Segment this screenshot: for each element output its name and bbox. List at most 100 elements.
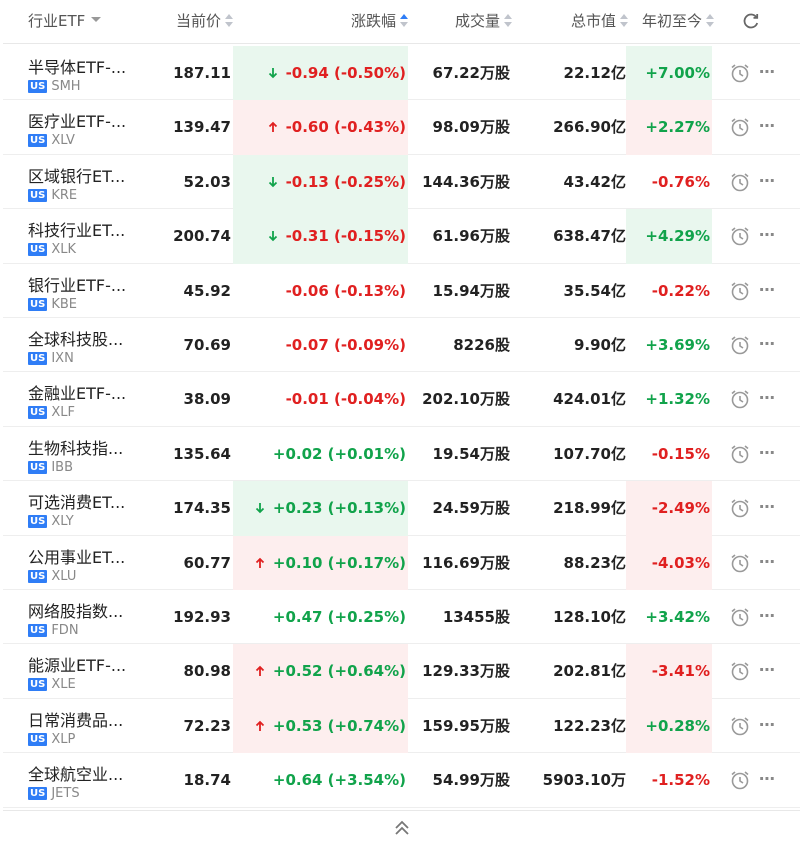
table-row[interactable]: 网络股指数... US FDN 192.93 +0.47 (+0.25%) 13455股 1… bbox=[3, 590, 800, 645]
table-row[interactable]: 金融业ETF-... US XLF 38.09 -0.01 (-0.04%) 202.10… bbox=[3, 372, 800, 427]
more-icon[interactable]: ⋯ bbox=[759, 118, 775, 134]
table-row[interactable]: 生物科技指... US IBB 135.64 +0.02 (+0.01%) 19.54万股… bbox=[3, 427, 800, 482]
etf-name[interactable]: 生物科技指... bbox=[28, 435, 123, 459]
more-icon[interactable]: ⋯ bbox=[759, 227, 775, 243]
etf-panel: 行业ETF 当前价 涨跌幅 成交量 总市值 年初至今 半导体ETF-... US S… bbox=[3, 0, 800, 846]
etf-name[interactable]: 医疗业ETF-... bbox=[28, 108, 126, 132]
change-header-label: 涨跌幅 bbox=[350, 12, 396, 30]
table-row[interactable]: 可选消费ET... US XLY 174.35 +0.23 (+0.13%) 24.59万… bbox=[3, 481, 800, 536]
table-row[interactable]: 区域银行ET... US KRE 52.03 -0.13 (-0.25%) 144.36万… bbox=[3, 154, 800, 210]
more-icon[interactable]: ⋯ bbox=[759, 444, 775, 461]
ticker-symbol: XLF bbox=[51, 405, 75, 421]
alarm-clock-icon[interactable] bbox=[729, 62, 751, 84]
more-icon[interactable]: ⋯ bbox=[759, 281, 775, 298]
change-value: +0.10 (+0.17%) bbox=[272, 553, 406, 572]
table-row[interactable]: 银行业ETF-... US KBE 45.92 -0.06 (-0.13%) 15.94万… bbox=[3, 264, 800, 318]
chevron-up-double-icon[interactable] bbox=[394, 819, 410, 837]
market-cap-cell: 88.23亿 bbox=[563, 553, 626, 572]
etf-name[interactable]: 科技行业ET... bbox=[28, 217, 125, 241]
alarm-clock-icon[interactable] bbox=[729, 769, 751, 791]
alarm-clock-icon[interactable] bbox=[729, 497, 751, 519]
alarm-clock-icon[interactable] bbox=[729, 225, 751, 247]
change-cell: +0.52 (+0.64%) bbox=[233, 644, 406, 698]
ticker-symbol: IXN bbox=[51, 351, 74, 366]
etf-name[interactable]: 能源业ETF-... bbox=[28, 652, 126, 676]
ytd-sort-header[interactable]: 年初至今 bbox=[628, 0, 714, 44]
market-cap-sort-header[interactable]: 总市值 bbox=[512, 0, 628, 44]
alarm-clock-icon[interactable] bbox=[729, 715, 751, 737]
alarm-clock-icon[interactable] bbox=[729, 660, 751, 682]
more-icon[interactable]: ⋯ bbox=[759, 336, 775, 352]
ytd-cell: +2.27% bbox=[645, 118, 710, 137]
volume-cell: 67.22万股 bbox=[432, 64, 510, 82]
us-market-badge: US bbox=[28, 624, 48, 637]
ytd-cell: -3.41% bbox=[651, 662, 710, 681]
arrow-up-icon bbox=[255, 666, 265, 677]
alarm-clock-icon[interactable] bbox=[729, 552, 751, 574]
more-icon[interactable]: ⋯ bbox=[759, 499, 775, 515]
change-cell: -0.13 (-0.25%) bbox=[233, 155, 406, 209]
arrow-up-icon bbox=[255, 557, 265, 568]
more-icon[interactable]: ⋯ bbox=[759, 771, 775, 787]
change-sort-header[interactable]: 涨跌幅 bbox=[233, 0, 408, 44]
volume-cell: 129.33万股 bbox=[422, 662, 510, 681]
arrow-down-icon bbox=[268, 231, 277, 242]
table-row[interactable]: 科技行业ET... US XLK 200.74 -0.31 (-0.15%) 61.96万… bbox=[3, 209, 800, 264]
more-icon[interactable]: ⋯ bbox=[759, 553, 775, 570]
alarm-clock-icon[interactable] bbox=[729, 171, 751, 193]
table-row[interactable]: 全球航空业... US JETS 18.74 +0.64 (+3.54%) 54.99万股… bbox=[3, 753, 800, 808]
ytd-cell: -0.76% bbox=[651, 172, 710, 191]
change-cell: +0.64 (+3.54%) bbox=[233, 753, 406, 807]
table-row[interactable]: 日常消费品... US XLP 72.23 +0.53 (+0.74%) 159.95万股… bbox=[3, 698, 800, 754]
etf-ticker: US KRE bbox=[28, 188, 77, 203]
change-value: -0.31 (-0.15%) bbox=[285, 227, 406, 246]
ytd-cell: -4.03% bbox=[651, 553, 710, 572]
market-cap-cell: 266.90亿 bbox=[553, 118, 626, 137]
change-value: -0.01 (-0.04%) bbox=[285, 390, 406, 409]
market-cap-cell: 107.70亿 bbox=[553, 444, 626, 463]
alarm-clock-icon[interactable] bbox=[729, 606, 751, 628]
alarm-clock-icon[interactable] bbox=[729, 388, 751, 410]
etf-name[interactable]: 公用事业ET... bbox=[28, 544, 125, 568]
alarm-clock-icon[interactable] bbox=[729, 334, 751, 356]
more-icon[interactable]: ⋯ bbox=[759, 172, 775, 189]
etf-name[interactable]: 区域银行ET... bbox=[28, 163, 125, 187]
us-market-badge: US bbox=[28, 678, 48, 692]
ytd-cell: +3.69% bbox=[645, 336, 710, 354]
industry-etf-dropdown[interactable]: 行业ETF bbox=[28, 0, 138, 44]
arrow-down-icon bbox=[268, 176, 277, 188]
alarm-clock-icon[interactable] bbox=[729, 280, 751, 302]
alarm-clock-icon[interactable] bbox=[729, 443, 751, 465]
ticker-symbol: XLV bbox=[51, 133, 75, 149]
more-icon[interactable]: ⋯ bbox=[759, 716, 775, 733]
etf-name[interactable]: 全球航空业... bbox=[28, 761, 123, 785]
more-icon[interactable]: ⋯ bbox=[759, 390, 775, 406]
change-cell: -0.60 (-0.43%) bbox=[233, 100, 406, 154]
more-icon[interactable]: ⋯ bbox=[759, 608, 775, 624]
table-row[interactable]: 医疗业ETF-... US XLV 139.47 -0.60 (-0.43%) 98.09… bbox=[3, 100, 800, 155]
volume-sort-header[interactable]: 成交量 bbox=[408, 0, 512, 44]
etf-name[interactable]: 可选消费ET... bbox=[28, 489, 125, 513]
price-sort-header[interactable]: 当前价 bbox=[133, 0, 233, 44]
ytd-cell: +3.42% bbox=[645, 608, 710, 626]
alarm-clock-icon[interactable] bbox=[729, 116, 751, 138]
more-icon[interactable]: ⋯ bbox=[759, 662, 775, 678]
arrow-down-icon bbox=[268, 68, 277, 79]
us-market-badge: US bbox=[28, 406, 48, 420]
etf-name[interactable]: 网络股指数... bbox=[28, 598, 123, 622]
etf-name[interactable]: 半导体ETF-... bbox=[28, 54, 126, 78]
table-row[interactable]: 全球科技股... US IXN 70.69 -0.07 (-0.09%) 8226股 9.9… bbox=[3, 318, 800, 373]
etf-name[interactable]: 银行业ETF-... bbox=[28, 272, 126, 296]
table-row[interactable]: 公用事业ET... US XLU 60.77 +0.10 (+0.17%) 116.69万… bbox=[3, 535, 800, 590]
change-cell: -0.06 (-0.13%) bbox=[233, 264, 406, 318]
etf-name[interactable]: 日常消费品... bbox=[28, 707, 123, 731]
more-icon[interactable]: ⋯ bbox=[759, 64, 775, 80]
volume-cell: 98.09万股 bbox=[432, 118, 510, 137]
etf-name[interactable]: 全球科技股... bbox=[28, 326, 123, 350]
refresh-icon[interactable] bbox=[741, 11, 761, 31]
sort-icon bbox=[620, 13, 628, 28]
price-cell: 72.23 bbox=[183, 716, 231, 735]
table-row[interactable]: 能源业ETF-... US XLE 80.98 +0.52 (+0.64%) 129.33… bbox=[3, 644, 800, 699]
etf-name[interactable]: 金融业ETF-... bbox=[28, 380, 126, 404]
table-row[interactable]: 半导体ETF-... US SMH 187.11 -0.94 (-0.50%) 67.22… bbox=[3, 46, 800, 101]
